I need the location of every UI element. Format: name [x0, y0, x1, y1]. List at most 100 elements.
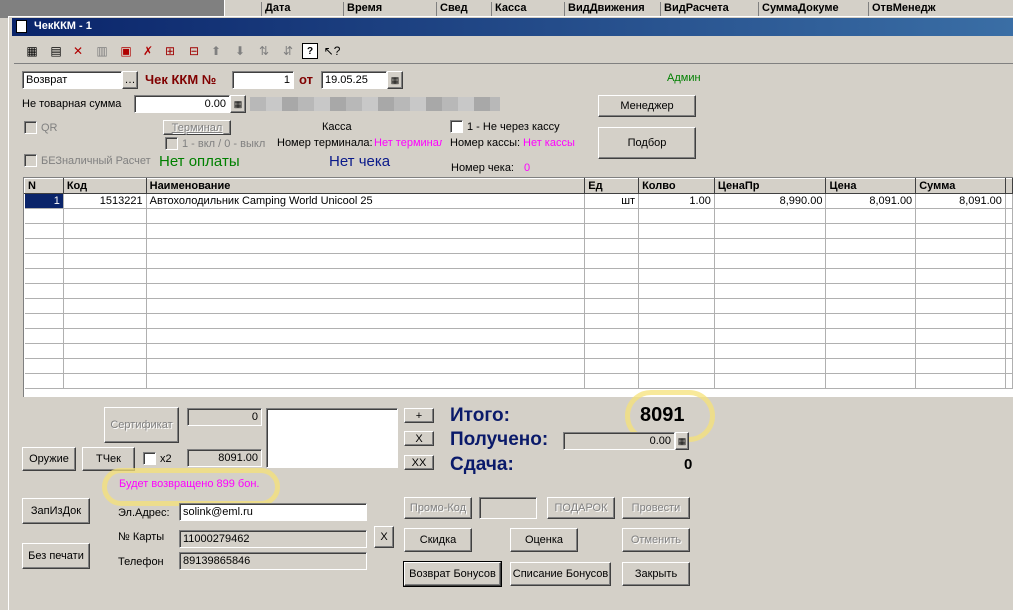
cell-empty[interactable]: [146, 373, 586, 389]
cell-empty[interactable]: [638, 358, 715, 374]
table-row[interactable]: 1 1513221 Автохолодильник Camping World …: [24, 193, 1013, 209]
cell-n[interactable]: 1: [24, 193, 64, 209]
cell-empty[interactable]: [24, 238, 64, 254]
cell-empty[interactable]: [146, 238, 586, 254]
cell-empty[interactable]: [63, 358, 147, 374]
table-row-empty[interactable]: [24, 223, 1013, 239]
received-calculator-icon[interactable]: ▦: [675, 432, 689, 450]
rating-button[interactable]: Оценка: [510, 528, 578, 552]
col-n[interactable]: N: [24, 178, 64, 194]
noprint-button[interactable]: Без печати: [22, 543, 90, 569]
date-field[interactable]: 19.05.25: [321, 71, 387, 89]
table-row-empty[interactable]: [24, 283, 1013, 299]
col-qty[interactable]: Колво: [638, 178, 715, 194]
cell-empty[interactable]: [714, 283, 827, 299]
cell-empty[interactable]: [24, 373, 64, 389]
delete-doc-icon[interactable]: ▣: [118, 43, 134, 59]
move-up-icon[interactable]: ⬆: [208, 43, 224, 59]
cell-empty[interactable]: [24, 283, 64, 299]
cell-empty[interactable]: [915, 313, 1006, 329]
cell-empty[interactable]: [584, 373, 640, 389]
cell-empty[interactable]: [63, 298, 147, 314]
help-icon[interactable]: ?: [302, 43, 318, 59]
cell-empty[interactable]: [638, 253, 715, 269]
cell-empty[interactable]: [584, 253, 640, 269]
cell-empty[interactable]: [24, 223, 64, 239]
nontovar-field[interactable]: 0.00: [134, 95, 230, 113]
cell-empty[interactable]: [584, 328, 640, 344]
xx-button[interactable]: XX: [404, 455, 434, 470]
cell-empty[interactable]: [915, 268, 1006, 284]
return-bonus-button[interactable]: Возврат Бонусов: [403, 561, 502, 587]
cell-empty[interactable]: [915, 223, 1006, 239]
cell-empty[interactable]: [714, 298, 827, 314]
selection-button[interactable]: Подбор: [598, 127, 696, 159]
cell-qty[interactable]: 1.00: [638, 193, 715, 209]
col-code[interactable]: Код: [62, 178, 147, 194]
insert-icon[interactable]: ⊞: [162, 43, 178, 59]
cell-empty[interactable]: [63, 268, 147, 284]
cell-empty[interactable]: [638, 298, 715, 314]
cell-empty[interactable]: [146, 328, 586, 344]
qr-checkbox[interactable]: [24, 121, 37, 134]
cell-empty[interactable]: [638, 373, 715, 389]
cell-empty[interactable]: [24, 313, 64, 329]
col-unit[interactable]: Ед: [584, 178, 640, 194]
sort-desc-icon[interactable]: ⇵: [280, 43, 296, 59]
col-name[interactable]: Наименование: [145, 178, 586, 194]
cancel-button[interactable]: Отменить: [622, 528, 690, 552]
cell-empty[interactable]: [825, 343, 917, 359]
close-button[interactable]: Закрыть: [622, 562, 690, 586]
col-price[interactable]: Цена: [825, 178, 917, 194]
copy-row-icon[interactable]: ▥: [94, 43, 110, 59]
phone-field[interactable]: 89139865846: [179, 552, 367, 570]
cell-empty[interactable]: [584, 283, 640, 299]
certificate-field[interactable]: 0: [187, 408, 262, 426]
cell-empty[interactable]: [63, 223, 147, 239]
cell-empty[interactable]: [915, 358, 1006, 374]
cell-empty[interactable]: [714, 238, 827, 254]
cell-empty[interactable]: [584, 268, 640, 284]
table-row-empty[interactable]: [24, 298, 1013, 314]
cell-empty[interactable]: [584, 238, 640, 254]
x-button[interactable]: X: [404, 431, 434, 446]
table-row-empty[interactable]: [24, 328, 1013, 344]
cell-empty[interactable]: [584, 343, 640, 359]
cell-empty[interactable]: [638, 283, 715, 299]
cell-empty[interactable]: [714, 223, 827, 239]
calendar-icon[interactable]: ▦: [387, 71, 403, 89]
not-via-kassa-checkbox[interactable]: [450, 120, 463, 133]
cell-empty[interactable]: [146, 298, 586, 314]
move-down-icon[interactable]: ⬇: [232, 43, 248, 59]
cell-empty[interactable]: [24, 208, 64, 224]
cell-empty[interactable]: [825, 373, 917, 389]
cell-sum[interactable]: 8,091.00: [915, 193, 1006, 209]
table-row-empty[interactable]: [24, 208, 1013, 224]
card-field[interactable]: 11000279462: [179, 530, 367, 548]
cell-empty[interactable]: [63, 238, 147, 254]
cell-empty[interactable]: [825, 238, 917, 254]
cell-empty[interactable]: [24, 343, 64, 359]
edit-row-icon[interactable]: ▤: [48, 43, 64, 59]
cell-empty[interactable]: [63, 373, 147, 389]
table-row-empty[interactable]: [24, 253, 1013, 269]
operation-select-button[interactable]: …: [122, 71, 138, 89]
cell-empty[interactable]: [63, 253, 147, 269]
promo-button[interactable]: Промо-Код: [404, 497, 472, 519]
cell-empty[interactable]: [146, 253, 586, 269]
plus-button[interactable]: +: [404, 408, 434, 423]
cell-empty[interactable]: [638, 268, 715, 284]
cell-empty[interactable]: [146, 223, 586, 239]
table-row-empty[interactable]: [24, 373, 1013, 389]
cell-empty[interactable]: [915, 298, 1006, 314]
delete-row-icon[interactable]: ✕: [70, 43, 86, 59]
cashless-checkbox[interactable]: [24, 154, 37, 167]
cell-unit[interactable]: шт: [584, 193, 640, 209]
amount-field[interactable]: 8091.00: [187, 449, 262, 467]
cell-empty[interactable]: [825, 283, 917, 299]
col-sum[interactable]: Сумма: [915, 178, 1006, 194]
cell-empty[interactable]: [638, 313, 715, 329]
received-field[interactable]: 0.00: [563, 432, 675, 450]
cell-empty[interactable]: [825, 208, 917, 224]
cell-empty[interactable]: [714, 253, 827, 269]
